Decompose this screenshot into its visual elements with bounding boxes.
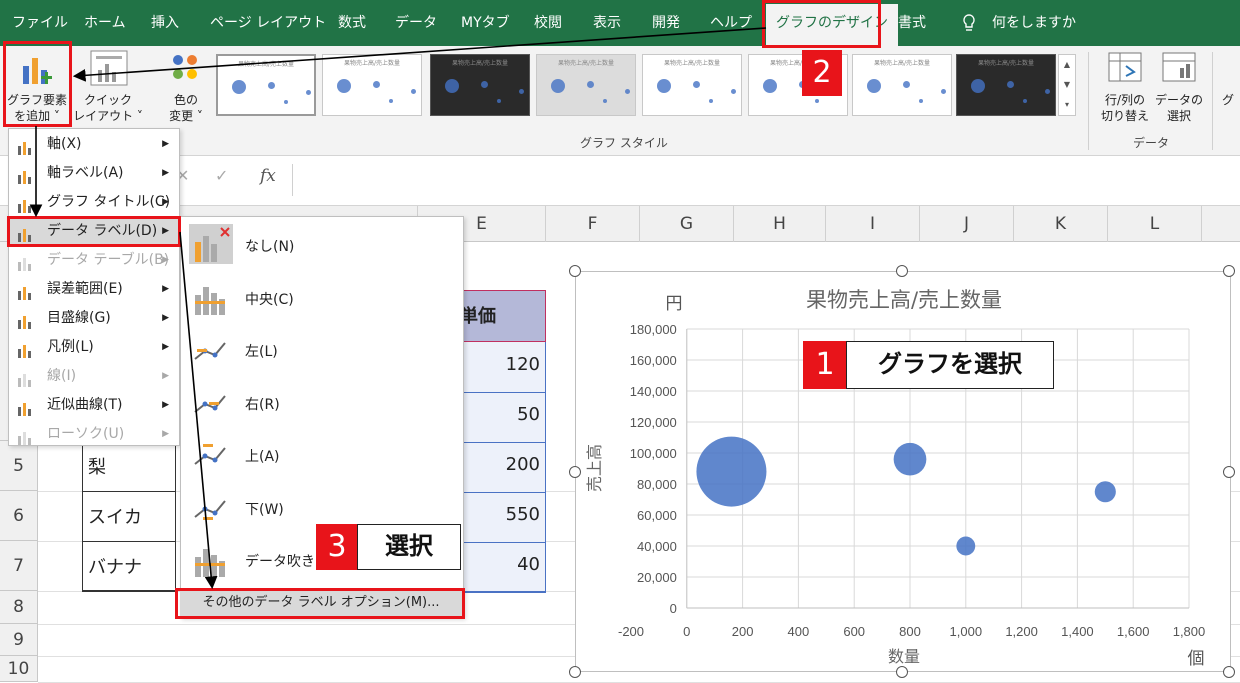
annotation-arrows — [29, 27, 767, 590]
